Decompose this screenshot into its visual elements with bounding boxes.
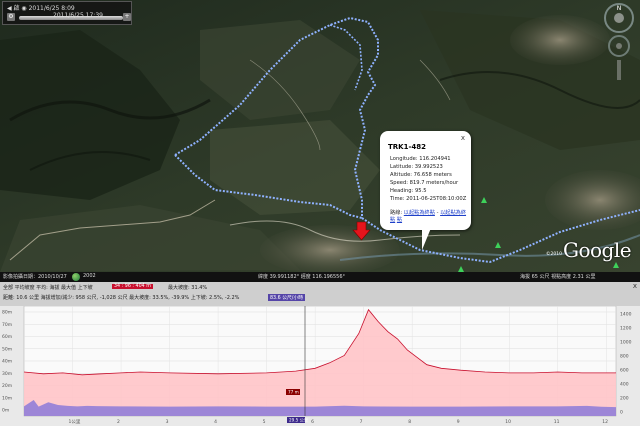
svg-text:N: N xyxy=(617,5,622,12)
status-bar: 影像拍攝日期：2010/10/27 2002 緯度 39.991182° 經度 … xyxy=(0,272,640,282)
x-tick-label: 1公里 xyxy=(69,419,81,425)
cursor-value: 77 m xyxy=(288,390,299,395)
x-tick-label: 12 xyxy=(602,419,608,425)
x-tick-label: 9 xyxy=(457,419,460,425)
imagery-date: 影像拍攝日期：2010/10/27 xyxy=(3,274,67,280)
zoom-slider-icon xyxy=(617,60,621,80)
elevation-profile-chart[interactable]: 80m 70m 60m 50m 40m 30m 20m 10m 0m 1400 1200 1000 8… xyxy=(0,306,640,426)
x-tick-label: 10 xyxy=(505,419,511,425)
right-tick-label: 1400 xyxy=(620,312,632,318)
balloon-longitude: Longitude: 116.204941 xyxy=(390,156,451,162)
elevation-profile-svg[interactable]: 80m 70m 60m 50m 40m 30m 20m 10m 0m 1400 1200 1000 8… xyxy=(0,306,640,426)
left-tick-label: 40m xyxy=(2,359,12,365)
x-tick-label: 8 xyxy=(408,419,411,425)
balloon-close-button[interactable]: x xyxy=(461,134,465,142)
speed-tag: 83.6 公尺/小時 xyxy=(268,294,306,301)
eye-altitude: 海拔 65 公尺 視點高度 2.31 公里 xyxy=(520,274,596,280)
balloon-heading: Heading: 95.5 xyxy=(390,188,427,194)
elevation-range-tag: 34 : 96 : 404 m xyxy=(112,284,153,289)
balloon-speed: Speed: 819.7 meters/hour xyxy=(390,180,459,186)
google-earth-window: N ◀ 啟 ◉ 2011/6/25 8:09 ⚙ + 2011/6/25 17:… xyxy=(0,0,640,426)
info-balloon: x TRK1-482 Longitude: 116.204941 Latitud… xyxy=(380,131,471,250)
left-tick-label: 70m xyxy=(2,322,12,328)
profile-close-button[interactable]: x xyxy=(633,282,637,290)
x-tick-label: 11 xyxy=(554,419,560,425)
balloon-tail xyxy=(422,228,431,250)
left-tick-label: 10m xyxy=(2,395,12,401)
balloon-title: TRK1-482 xyxy=(388,143,426,151)
navigation-controls[interactable]: N xyxy=(601,2,637,82)
left-tick-label: 0m xyxy=(2,408,9,414)
x-tick-label: 7 xyxy=(360,419,363,425)
balloon-time: Time: 2011-06-25T08:10:00Z xyxy=(390,196,467,202)
slider-zoom-icon[interactable]: + xyxy=(123,13,131,21)
x-tick-label: 2 xyxy=(117,419,120,425)
directions-link-suffix[interactable]: 點 xyxy=(397,217,402,223)
time-slider-start: ◀ 啟 ◉ 2011/6/25 8:09 xyxy=(7,5,75,12)
x-tick-label: 4 xyxy=(214,419,217,425)
right-tick-label: 600 xyxy=(620,368,629,374)
left-tick-label: 20m xyxy=(2,383,12,389)
right-tick-label: 200 xyxy=(620,396,629,402)
imagery-copyright: ©2010 xyxy=(546,252,562,257)
directions-link-from[interactable]: 以起點為終點 xyxy=(404,210,435,216)
x-tick-label: 5 xyxy=(263,419,266,425)
time-slider[interactable]: ◀ 啟 ◉ 2011/6/25 8:09 ⚙ + 2011/6/25 17:39 xyxy=(2,1,132,25)
time-slider-end: 2011/6/25 17:39 xyxy=(53,12,103,19)
satellite-imagery[interactable] xyxy=(0,0,640,272)
max-slope: 最大坡度: 31.4% xyxy=(168,285,208,291)
right-tick-label: 800 xyxy=(620,354,629,360)
imagery-year: 2002 xyxy=(83,273,96,279)
left-tick-label: 80m xyxy=(2,310,12,316)
map-view[interactable]: N ◀ 啟 ◉ 2011/6/25 8:09 ⚙ + 2011/6/25 17:… xyxy=(0,0,640,272)
elevation-profile-header: 全部 平均坡度 平均: 海拔 最大值 上下坡 34 : 96 : 404 m 最… xyxy=(0,282,640,306)
balloon-links: 路線: 以起點為終點 - 以起點為終點 點 xyxy=(390,210,467,223)
right-tick-label: 400 xyxy=(620,382,629,388)
cursor-coordinates: 緯度 39.991182° 經度 116.196556° xyxy=(258,274,346,280)
x-tick-label: 3 xyxy=(166,419,169,425)
historical-imagery-icon[interactable] xyxy=(72,273,80,281)
profile-stats: 距離: 10.6 公里 海拔增加/減少: 958 公尺, -1,028 公尺 最… xyxy=(3,295,240,301)
google-logo: Google xyxy=(563,238,632,262)
right-tick-label: 0 xyxy=(620,410,623,416)
left-tick-label: 50m xyxy=(2,346,12,352)
left-tick-label: 30m xyxy=(2,371,12,377)
balloon-latitude: Latitude: 39.992523 xyxy=(390,164,443,170)
balloon-altitude: Altitude: 76.658 meters xyxy=(390,172,452,178)
cursor-distance: 29.5 公里 xyxy=(289,418,308,423)
profile-menu[interactable]: 全部 平均坡度 平均: 海拔 最大值 上下坡 xyxy=(3,284,93,291)
left-tick-label: 60m xyxy=(2,334,12,340)
right-tick-label: 1000 xyxy=(620,340,632,346)
slider-settings-icon[interactable]: ⚙ xyxy=(7,13,15,21)
x-tick-label: 6 xyxy=(311,419,314,425)
right-tick-label: 1200 xyxy=(620,326,632,332)
